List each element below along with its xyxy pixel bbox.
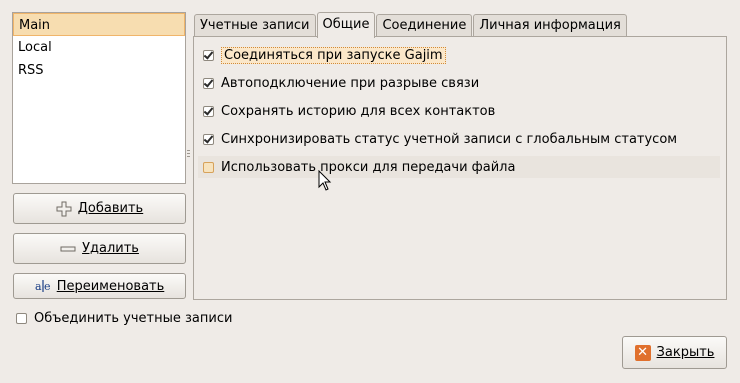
option-save-history-label: Сохранять историю для всех контактов [221, 103, 496, 119]
tab-personal-info[interactable]: Личная информация [473, 14, 627, 37]
close-button-label: Закрыть [656, 345, 715, 360]
option-autoreconnect-label: Автоподключение при разрыве связи [221, 75, 480, 91]
remove-button[interactable]: Удалить [13, 233, 186, 264]
option-connect-on-start-check[interactable] [203, 49, 214, 61]
close-icon: ✕ [634, 344, 651, 361]
merge-accounts-checkbox[interactable]: Объединить учетные записи [16, 309, 232, 327]
svg-text:a: a [35, 280, 42, 293]
plus-icon [56, 201, 72, 216]
option-sync-status[interactable]: Синхронизировать статус учетной записи с… [203, 128, 677, 150]
merge-accounts-label: Объединить учетные записи [34, 310, 233, 326]
general-panel: Соединяться при запуске Gajim Автоподклю… [193, 36, 727, 300]
tab-bar: Учетные записи Общие Соединение Личная и… [194, 12, 628, 38]
remove-button-label: Удалить [82, 241, 139, 256]
option-connect-on-start[interactable]: Соединяться при запуске Gajim [203, 44, 446, 66]
account-list[interactable]: Main Local RSS [12, 12, 186, 184]
option-save-history[interactable]: Сохранять историю для всех контактов [203, 100, 495, 122]
pane-splitter[interactable] [187, 150, 191, 164]
option-save-history-check[interactable] [203, 105, 214, 117]
merge-accounts-check[interactable] [16, 312, 27, 324]
option-file-proxy-label: Использовать прокси для передачи файла [221, 159, 516, 175]
mouse-pointer-icon [318, 170, 332, 191]
option-sync-status-check[interactable] [203, 133, 214, 145]
minus-icon [60, 246, 76, 251]
svg-text:e: e [44, 280, 51, 293]
option-file-proxy[interactable]: Использовать прокси для передачи файла [198, 156, 720, 178]
option-autoreconnect-check[interactable] [203, 77, 214, 89]
rename-button[interactable]: a e Переименовать [13, 273, 186, 299]
add-button-label: Добавить [77, 201, 144, 216]
account-item-rss[interactable]: RSS [13, 59, 185, 82]
option-autoreconnect[interactable]: Автоподключение при разрыве связи [203, 72, 479, 94]
close-button[interactable]: ✕ Закрыть [622, 336, 727, 369]
option-file-proxy-check[interactable] [203, 161, 214, 173]
option-sync-status-label: Синхронизировать статус учетной записи с… [221, 131, 678, 147]
tab-accounts[interactable]: Учетные записи [194, 14, 316, 37]
rename-button-label: Переименовать [56, 278, 165, 294]
option-connect-on-start-label: Соединяться при запуске Gajim [221, 46, 446, 64]
tab-general[interactable]: Общие [316, 12, 376, 38]
add-button[interactable]: Добавить [13, 193, 186, 224]
account-item-local[interactable]: Local [13, 36, 185, 59]
account-item-main[interactable]: Main [13, 13, 185, 36]
text-edit-icon: a e [35, 280, 51, 293]
tab-connection[interactable]: Соединение [376, 14, 473, 37]
